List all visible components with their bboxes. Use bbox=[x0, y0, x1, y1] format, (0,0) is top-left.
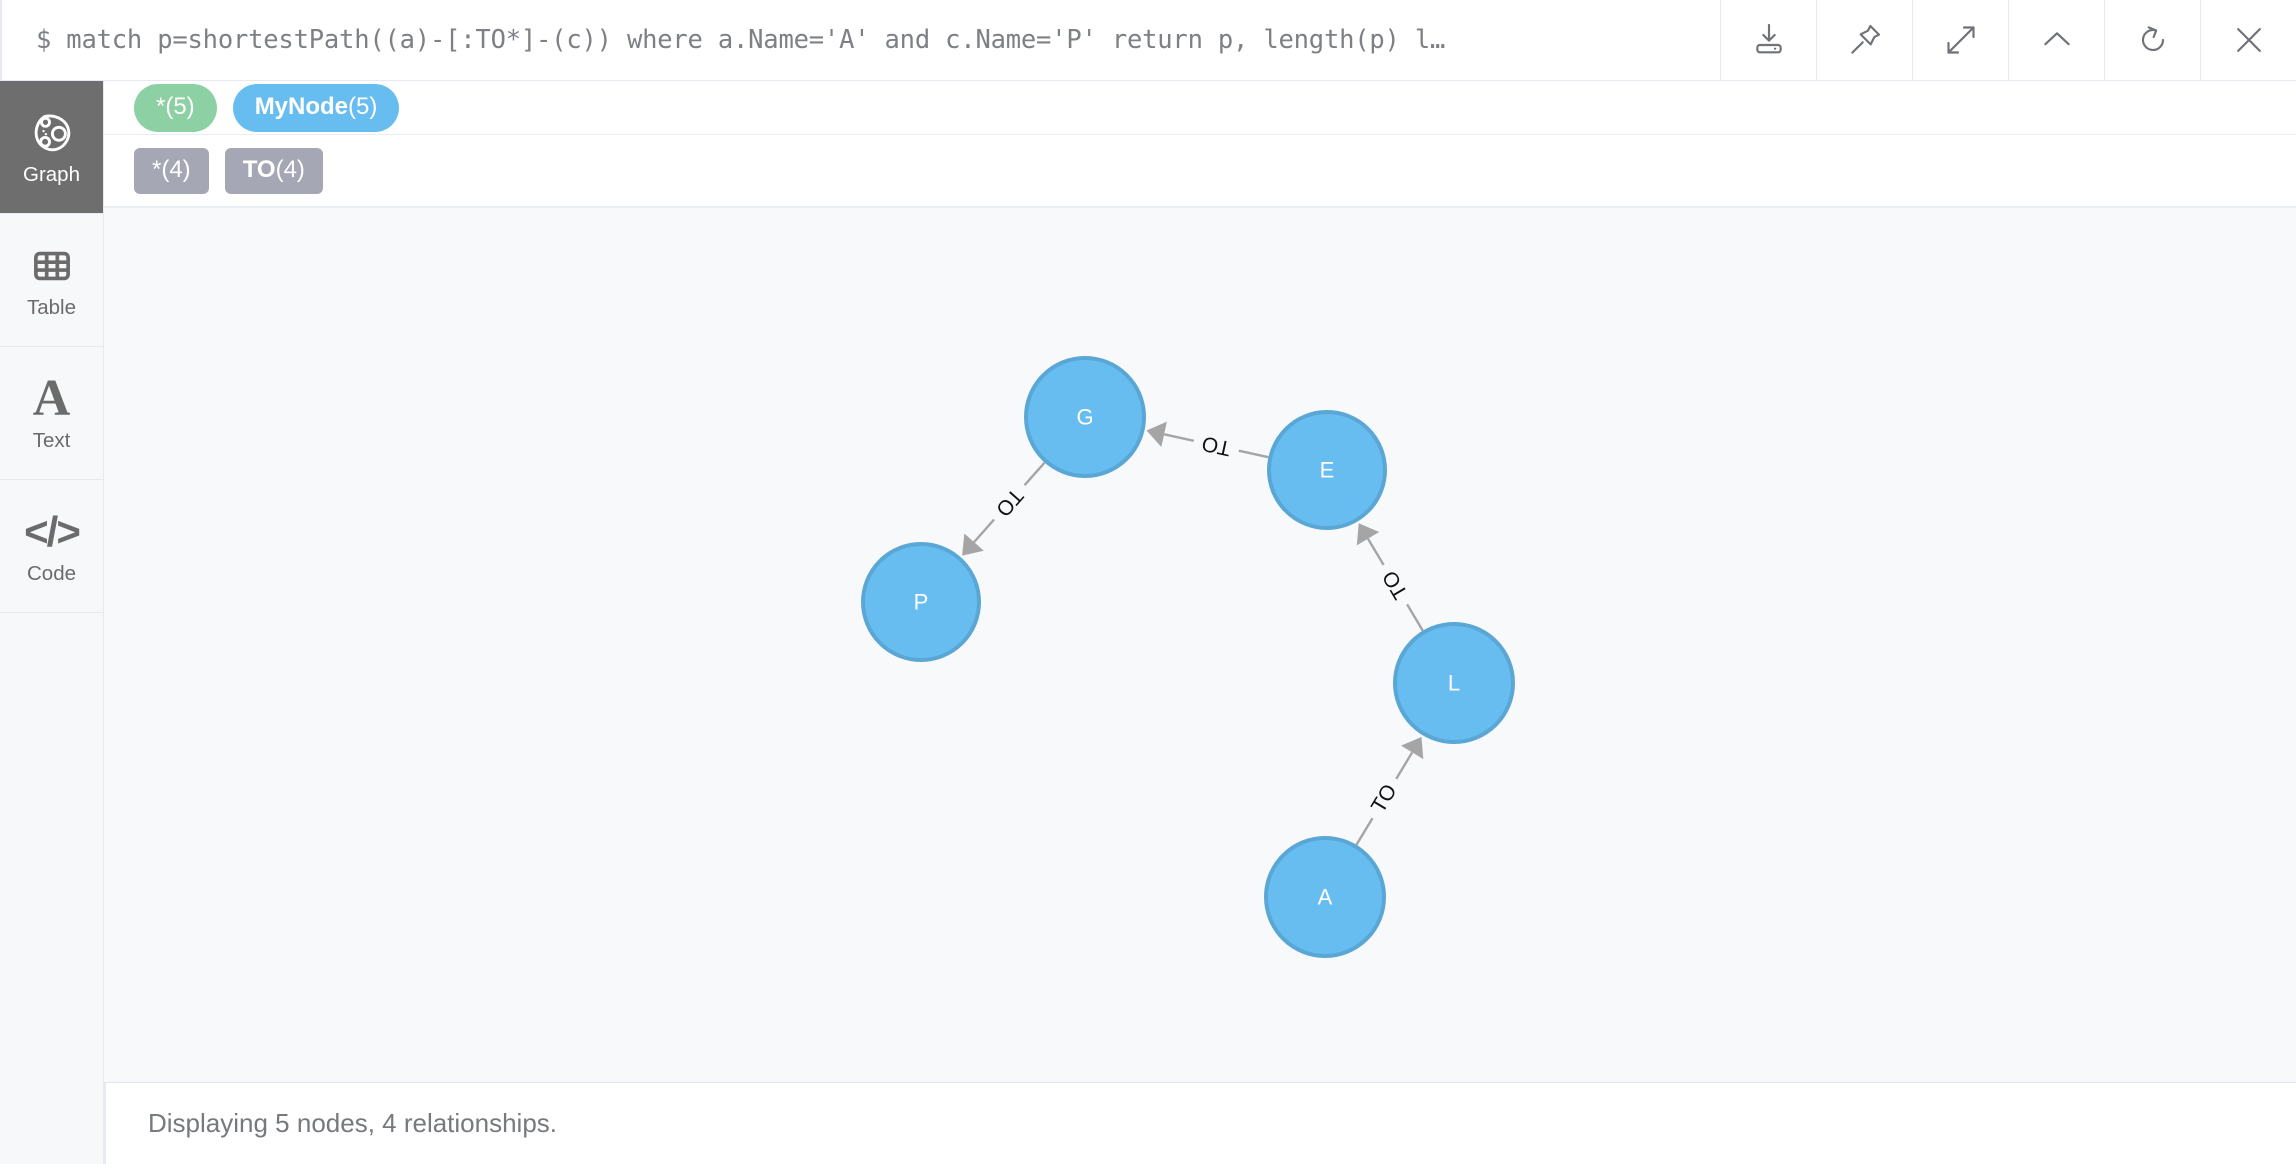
download-icon bbox=[1749, 20, 1789, 60]
node-circle[interactable] bbox=[1267, 410, 1387, 530]
chevron-up-icon bbox=[2037, 20, 2077, 60]
result-frame: $ match p=shortestPath((a)-[:TO*]-(c)) w… bbox=[0, 0, 2296, 1164]
result-toolbar bbox=[1720, 0, 2296, 80]
relationship-caption: TO bbox=[1367, 780, 1402, 817]
rel-type-chip-to[interactable]: TO (4) bbox=[224, 147, 323, 194]
sidebar-item-label: Table bbox=[26, 296, 76, 320]
close-icon bbox=[2229, 20, 2269, 60]
chip-count: (4) bbox=[275, 155, 305, 183]
chip-count: (5) bbox=[165, 92, 195, 120]
node-label-chip-all[interactable]: * (5) bbox=[134, 83, 217, 132]
relationship-L-E[interactable]: TO bbox=[1356, 523, 1424, 632]
query-text[interactable]: $ match p=shortestPath((a)-[:TO*]-(c)) w… bbox=[0, 0, 1720, 80]
text-icon: A bbox=[32, 370, 71, 428]
chip-count: (4) bbox=[161, 155, 191, 183]
close-button[interactable] bbox=[2200, 0, 2296, 80]
chip-label: * bbox=[156, 92, 166, 120]
node-circle[interactable] bbox=[1264, 836, 1386, 958]
relationship-caption: TO bbox=[1378, 566, 1413, 603]
graph-icon bbox=[29, 108, 75, 158]
graph-svg[interactable]: TO TO TO TO G E P LA bbox=[104, 208, 2296, 1082]
sidebar-item-text[interactable]: A Text bbox=[0, 347, 103, 480]
chip-count: (5) bbox=[348, 92, 378, 120]
chip-label: * bbox=[152, 155, 162, 183]
relationship-legend-row: * (4) TO (4) bbox=[104, 135, 2296, 207]
expand-icon bbox=[1941, 20, 1981, 60]
sidebar-filler bbox=[0, 613, 103, 1164]
view-sidebar: Graph Table A Text </> Code bbox=[0, 81, 104, 1164]
rel-type-chip-all[interactable]: * (4) bbox=[134, 147, 209, 194]
chip-label: MyNode bbox=[254, 92, 349, 120]
refresh-icon bbox=[2133, 20, 2173, 60]
table-icon bbox=[30, 241, 74, 291]
graph-node-P[interactable]: P bbox=[861, 542, 981, 662]
sidebar-item-label: Code bbox=[26, 562, 76, 586]
sidebar-item-label: Text bbox=[32, 429, 71, 453]
fullscreen-button[interactable] bbox=[1912, 0, 2008, 80]
node-circle[interactable] bbox=[1024, 356, 1146, 478]
node-label-chip-mynode[interactable]: MyNode (5) bbox=[232, 83, 400, 132]
graph-node-G[interactable]: G bbox=[1024, 356, 1146, 478]
collapse-button[interactable] bbox=[2008, 0, 2104, 80]
status-text: Displaying 5 nodes, 4 relationships. bbox=[148, 1108, 558, 1138]
result-body: Graph Table A Text </> Code * (5) MyNode… bbox=[0, 81, 2296, 1164]
relationship-caption: TO bbox=[1200, 431, 1233, 460]
graph-node-L[interactable]: L bbox=[1393, 622, 1515, 744]
pin-button[interactable] bbox=[1816, 0, 1912, 80]
chip-label: TO bbox=[242, 155, 276, 183]
relationship-G-P[interactable]: TO bbox=[962, 461, 1046, 556]
rerun-button[interactable] bbox=[2104, 0, 2200, 80]
download-button[interactable] bbox=[1720, 0, 1816, 80]
node-legend-row: * (5) MyNode (5) bbox=[104, 81, 2296, 135]
relationship-A-L[interactable]: TO bbox=[1355, 736, 1424, 846]
query-bar: $ match p=shortestPath((a)-[:TO*]-(c)) w… bbox=[0, 0, 2296, 81]
relationship-caption: TO bbox=[991, 484, 1027, 521]
sidebar-item-label: Graph bbox=[23, 163, 80, 187]
sidebar-item-table[interactable]: Table bbox=[0, 214, 103, 347]
pin-icon bbox=[1845, 20, 1885, 60]
node-layer: G E P LA bbox=[861, 356, 1515, 958]
status-bar: Displaying 5 nodes, 4 relationships. bbox=[104, 1083, 2296, 1164]
relationship-E-G[interactable]: TO bbox=[1146, 421, 1269, 460]
node-circle[interactable] bbox=[1393, 622, 1515, 744]
sidebar-item-code[interactable]: </> Code bbox=[0, 480, 103, 613]
code-icon: </> bbox=[24, 508, 81, 556]
graph-node-E[interactable]: E bbox=[1267, 410, 1387, 530]
graph-node-A[interactable]: A bbox=[1264, 836, 1386, 958]
graph-canvas[interactable]: TO TO TO TO G E P LA bbox=[104, 207, 2296, 1083]
result-content: * (5) MyNode (5) * (4) TO (4) TO TO TO TO bbox=[104, 81, 2296, 1164]
sidebar-item-graph[interactable]: Graph bbox=[0, 81, 103, 214]
node-circle[interactable] bbox=[861, 542, 981, 662]
